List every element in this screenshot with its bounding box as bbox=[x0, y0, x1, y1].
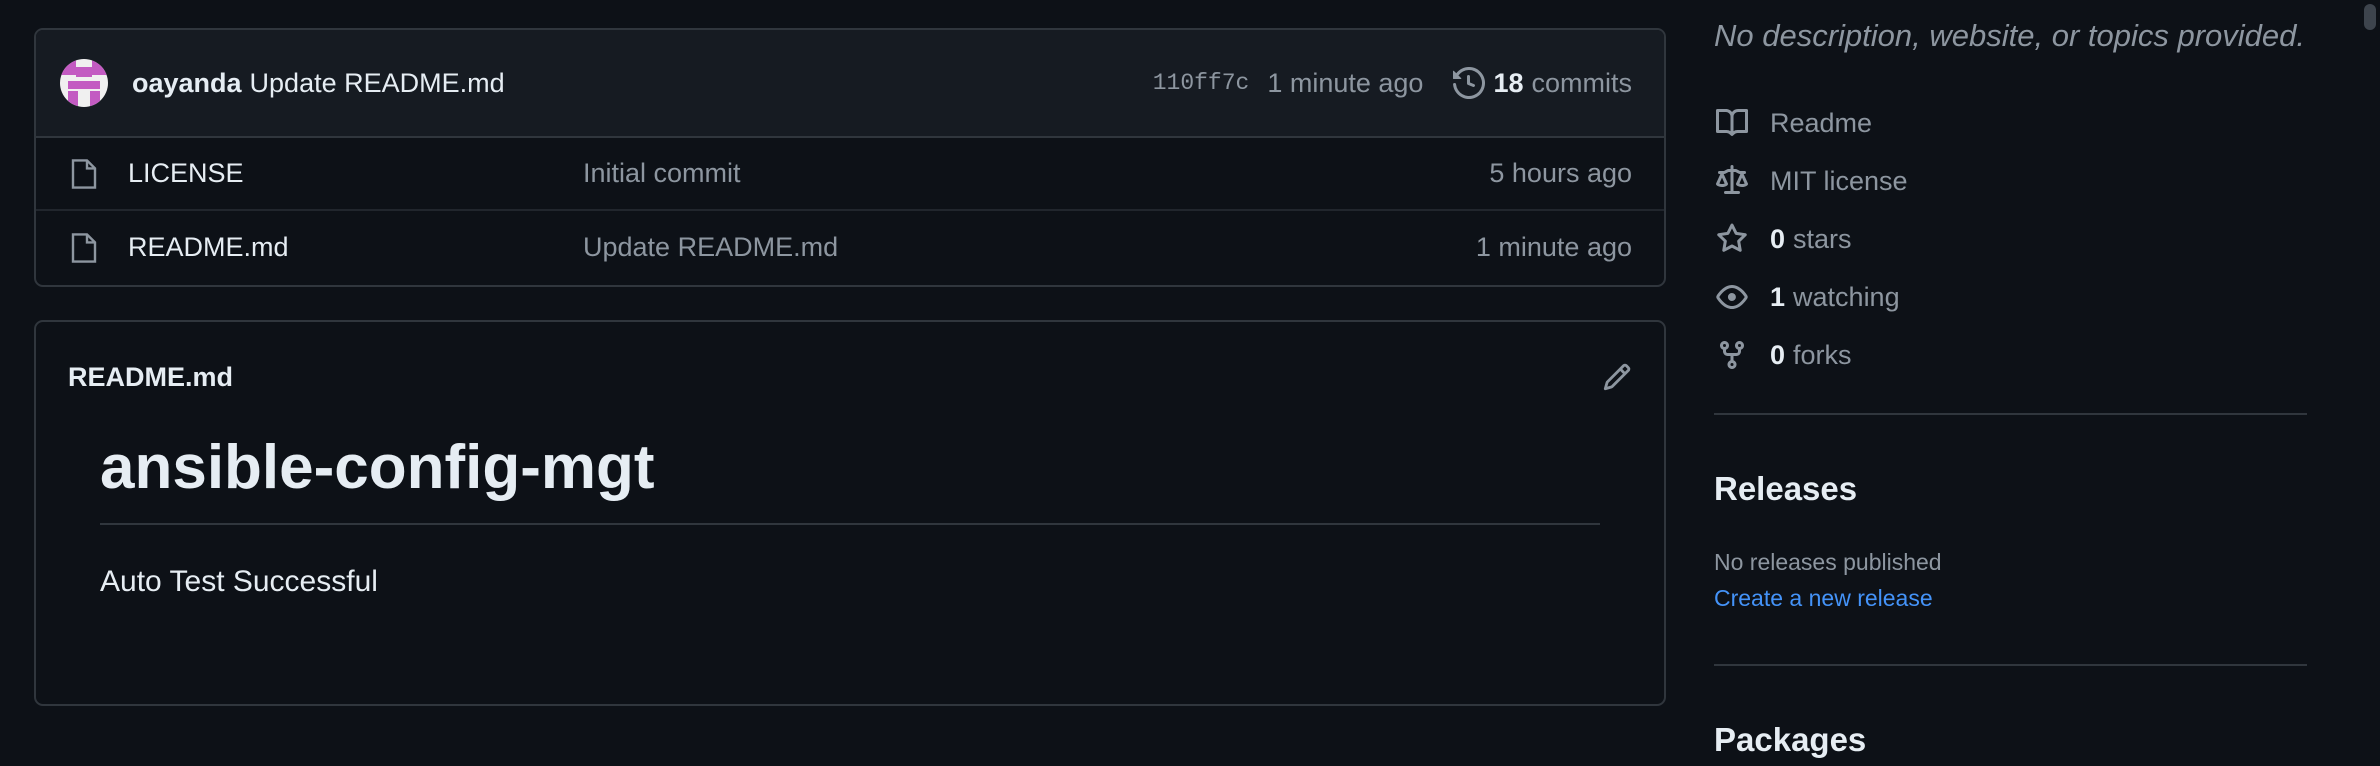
readme-body: ansible-config-mgt Auto Test Successful bbox=[36, 432, 1664, 599]
eye-icon bbox=[1714, 281, 1750, 313]
meta-stars[interactable]: 0 stars bbox=[1714, 210, 1908, 268]
file-name[interactable]: LICENSE bbox=[128, 158, 583, 189]
meta-label: watching bbox=[1793, 281, 1900, 312]
readme-paragraph: Auto Test Successful bbox=[100, 565, 378, 598]
repo-meta-list: Readme MIT license 0 stars 1 watching 0 … bbox=[1714, 94, 1908, 384]
file-time: 1 minute ago bbox=[1475, 232, 1632, 262]
no-releases-text: No releases published bbox=[1714, 549, 1942, 575]
file-name[interactable]: README.md bbox=[128, 232, 583, 263]
scrollbar-thumb[interactable] bbox=[2364, 4, 2376, 30]
readme-header: README.md bbox=[36, 322, 1664, 432]
repo-page: oayanda Update README.md 110ff7c 1 minut… bbox=[0, 0, 2380, 766]
meta-label: stars bbox=[1793, 223, 1852, 254]
meta-number: 1 bbox=[1770, 281, 1786, 312]
file-icon bbox=[70, 158, 98, 190]
file-row[interactable]: README.md Update README.md 1 minute ago bbox=[36, 211, 1664, 284]
readme-heading: ansible-config-mgt bbox=[100, 432, 1600, 525]
commit-word: commits bbox=[1531, 67, 1633, 98]
file-time: 5 hours ago bbox=[1489, 158, 1632, 188]
fork-icon bbox=[1714, 339, 1750, 371]
meta-label: forks bbox=[1793, 339, 1852, 370]
commit-sha[interactable]: 110ff7c bbox=[1153, 70, 1250, 96]
book-icon bbox=[1714, 107, 1750, 139]
packages-title[interactable]: Packages bbox=[1714, 721, 1866, 759]
latest-commit-bar: oayanda Update README.md 110ff7c 1 minut… bbox=[36, 30, 1664, 138]
divider bbox=[1714, 664, 2307, 666]
commit-author[interactable]: oayanda bbox=[132, 68, 242, 99]
meta-label: MIT license bbox=[1770, 165, 1908, 196]
pencil-icon[interactable] bbox=[1602, 362, 1632, 392]
meta-readme[interactable]: Readme bbox=[1714, 94, 1908, 152]
avatar[interactable] bbox=[60, 59, 108, 107]
commit-count: 18 bbox=[1493, 67, 1524, 98]
meta-watching[interactable]: 1 watching bbox=[1714, 268, 1908, 326]
scrollbar[interactable] bbox=[2360, 0, 2380, 766]
readme-box: README.md ansible-config-mgt Auto Test S… bbox=[34, 320, 1666, 706]
file-commit-message[interactable]: Update README.md bbox=[583, 232, 1476, 263]
meta-forks[interactable]: 0 forks bbox=[1714, 326, 1908, 384]
about-description: No description, website, or topics provi… bbox=[1714, 18, 2306, 53]
readme-title[interactable]: README.md bbox=[68, 362, 1602, 393]
commit-message[interactable]: Update README.md bbox=[250, 68, 505, 99]
file-icon bbox=[70, 232, 98, 264]
divider bbox=[1714, 413, 2307, 415]
file-commit-message[interactable]: Initial commit bbox=[583, 158, 1489, 189]
commits-link[interactable]: 18 commits bbox=[1453, 67, 1632, 99]
meta-number: 0 bbox=[1770, 223, 1786, 254]
meta-label: Readme bbox=[1770, 107, 1873, 138]
file-browser: oayanda Update README.md 110ff7c 1 minut… bbox=[34, 28, 1666, 287]
file-row[interactable]: LICENSE Initial commit 5 hours ago bbox=[36, 138, 1664, 211]
meta-license[interactable]: MIT license bbox=[1714, 152, 1908, 210]
scale-icon bbox=[1714, 165, 1750, 197]
history-icon bbox=[1453, 67, 1486, 99]
commit-time: 1 minute ago bbox=[1267, 67, 1424, 98]
create-release-link[interactable]: Create a new release bbox=[1714, 585, 1933, 612]
star-icon bbox=[1714, 223, 1750, 255]
meta-number: 0 bbox=[1770, 339, 1786, 370]
releases-title[interactable]: Releases bbox=[1714, 470, 1857, 508]
